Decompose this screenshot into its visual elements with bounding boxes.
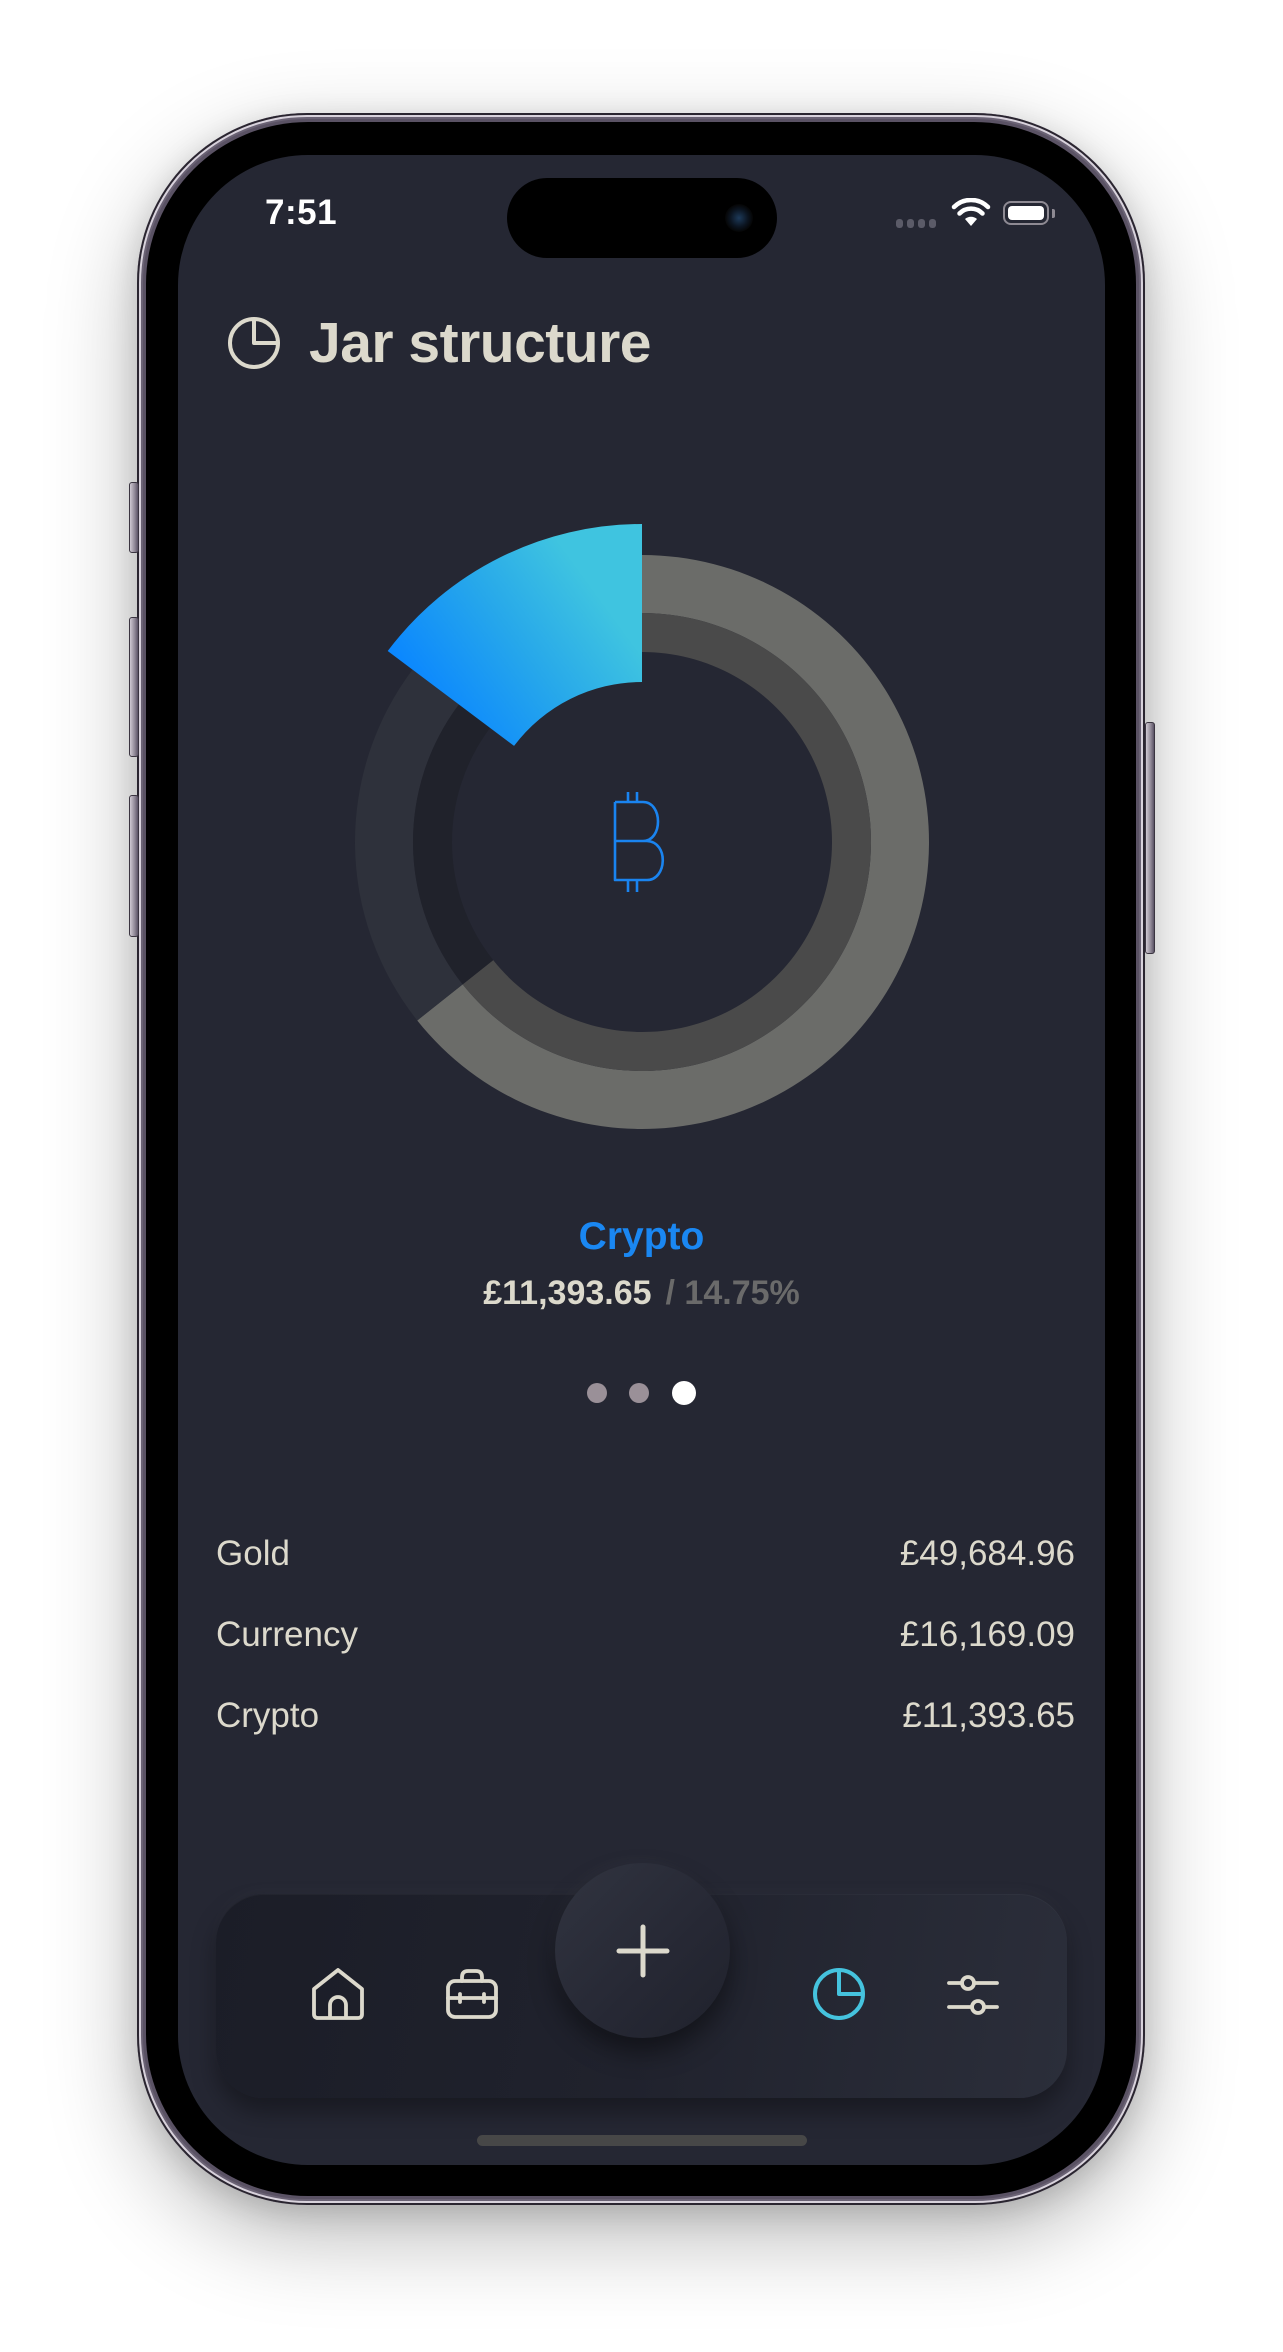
asset-row-gold[interactable]: Gold £49,684.96 [216, 1513, 1075, 1594]
asset-value: £16,169.09 [899, 1614, 1075, 1654]
asset-row-currency[interactable]: Currency £16,169.09 [216, 1594, 1075, 1675]
asset-name: Crypto [216, 1695, 320, 1735]
pager-dot-active[interactable] [672, 1381, 696, 1405]
pie-chart-icon [813, 1968, 865, 2020]
pager-dot[interactable] [587, 1383, 607, 1403]
tab-portfolio[interactable] [442, 1964, 502, 2024]
asset-name: Currency [216, 1614, 358, 1654]
chart-pager [178, 1381, 1105, 1405]
asset-list: Gold £49,684.96 Currency £16,169.09 Crypto £1… [216, 1513, 1075, 1756]
power-button [1145, 722, 1155, 954]
sliders-icon [947, 1975, 999, 2015]
tab-settings[interactable] [943, 1964, 1003, 2024]
selected-amount: £11,393.65 [483, 1274, 652, 1312]
action-button [129, 482, 139, 553]
home-indicator[interactable] [477, 2135, 807, 2146]
asset-row-crypto[interactable]: Crypto £11,393.65 [216, 1675, 1075, 1756]
selected-percent: / 14.75% [665, 1274, 800, 1312]
selected-category-label: Crypto [578, 1215, 705, 1258]
tab-structure-active[interactable] [809, 1964, 869, 2024]
selected-category-value: £11,393.65 / 14.75% [178, 1276, 1105, 1310]
allocation-donut-chart[interactable] [178, 155, 1105, 1255]
app-screen: 7:51 Jar structure Crypto £11,393.65 / 1… [178, 155, 1105, 2165]
pager-dot[interactable] [629, 1383, 649, 1403]
add-button[interactable] [555, 1863, 730, 2038]
asset-value: £49,684.96 [899, 1533, 1075, 1573]
plus-icon [616, 1924, 669, 1977]
volume-up-button [129, 617, 139, 757]
home-icon [312, 1968, 364, 2020]
tab-home[interactable] [308, 1964, 368, 2024]
volume-down-button [129, 795, 139, 937]
asset-name: Gold [216, 1533, 290, 1573]
asset-value: £11,393.65 [902, 1695, 1075, 1735]
bitcoin-icon [613, 792, 664, 892]
briefcase-icon [446, 1969, 498, 2019]
